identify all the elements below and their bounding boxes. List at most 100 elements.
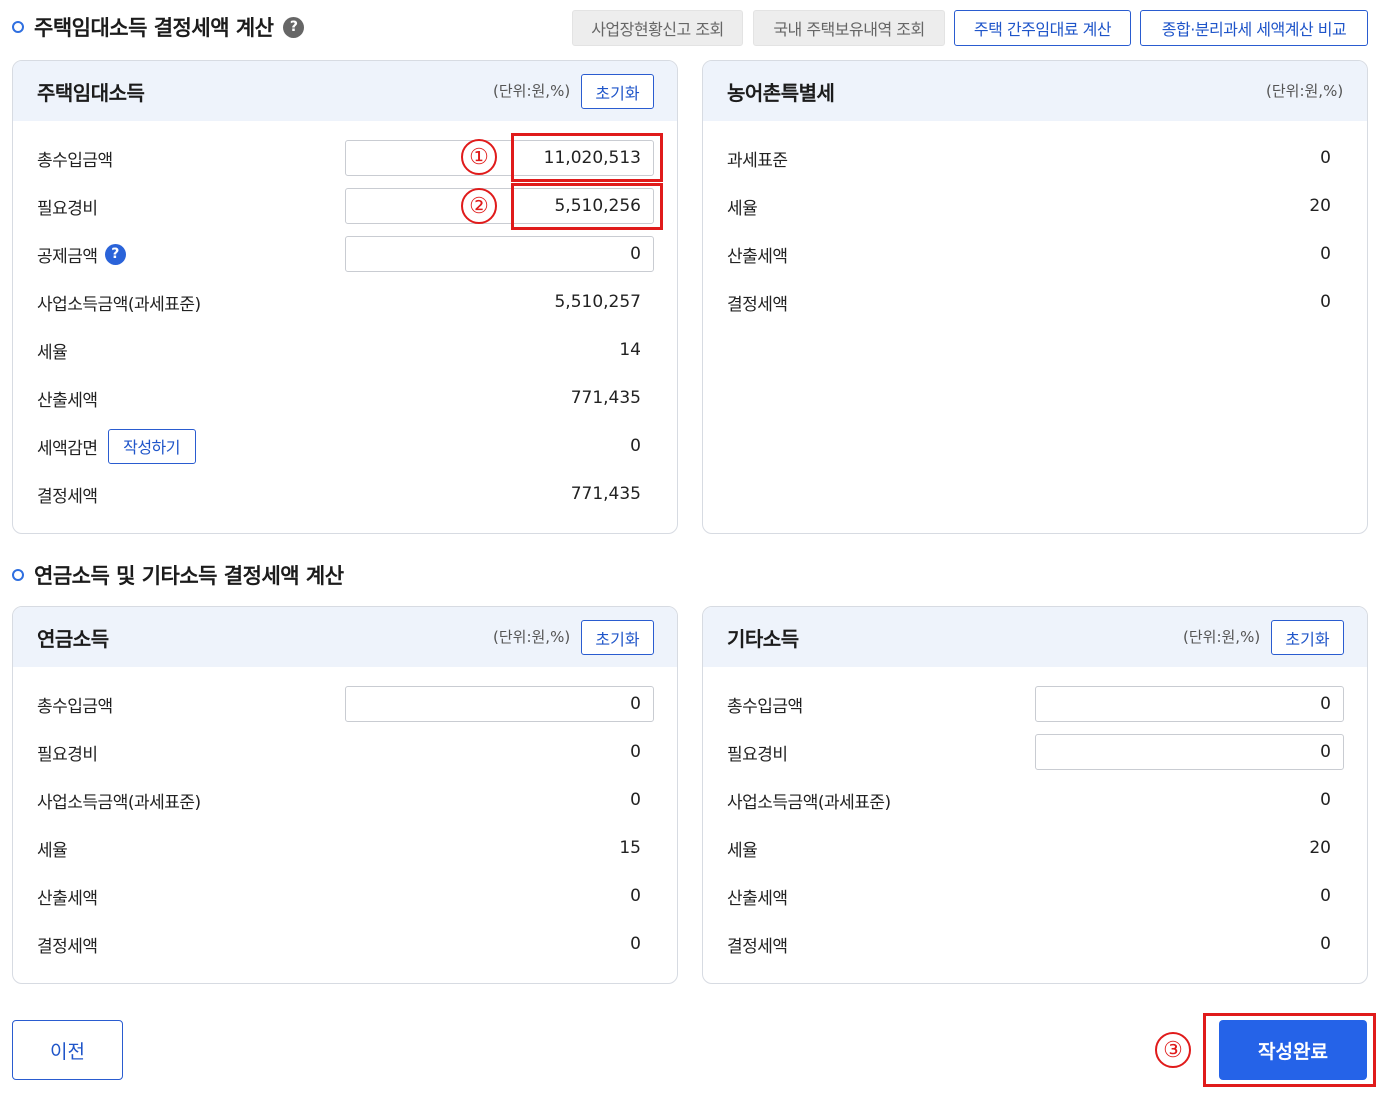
final-tax-value: 0: [1320, 292, 1331, 312]
panel-header: 농어촌특별세 (단위:원,%): [703, 61, 1367, 121]
final-tax-label: 결정세액: [37, 486, 98, 507]
taxable-label: 사업소득금액(과세표준): [37, 792, 201, 813]
calc-tax-value: 771,435: [570, 388, 641, 408]
rate-row: 세율 20: [703, 830, 1367, 866]
calc-tax-row: 산출세액 0: [13, 878, 677, 914]
total-income-label: 총수입금액: [37, 696, 113, 717]
step1-marker: ①: [461, 139, 497, 175]
expenses-label: 필요경비: [37, 198, 98, 219]
reduction-label-text: 세액감면: [37, 438, 98, 459]
final-tax-label: 결정세액: [37, 936, 98, 957]
reduction-row: 세액감면 작성하기 0: [13, 428, 677, 464]
deduction-label-text: 공제금액: [37, 246, 98, 267]
reduction-value: 0: [630, 436, 641, 456]
housing-section-title: 주택임대소득 결정세액 계산 ?: [12, 12, 305, 42]
highlight-box-step2: [511, 183, 663, 230]
unit-label: (단위:원,%): [1266, 82, 1344, 100]
final-tax-row: 결정세액 0: [703, 926, 1367, 962]
calc-tax-row: 산출세액 771,435: [13, 380, 677, 416]
deduction-input[interactable]: 0: [345, 236, 654, 272]
rate-label: 세율: [37, 840, 68, 861]
pension-income-panel: 연금소득 (단위:원,%) 초기화 총수입금액 0 필요경비 0 사업소득금액(…: [12, 606, 678, 984]
total-income-label: 총수입금액: [37, 150, 113, 171]
taxable-row: 사업소득금액(과세표준) 0: [703, 782, 1367, 818]
expenses-row: 필요경비 0: [13, 734, 677, 770]
write-reduction-button[interactable]: 작성하기: [107, 428, 196, 464]
unit-label: (단위:원,%): [493, 628, 571, 646]
rate-value: 15: [619, 838, 641, 858]
rate-label: 세율: [37, 342, 68, 363]
expenses-row: 필요경비 0: [703, 734, 1367, 770]
panel-title: 기타소득: [727, 626, 799, 651]
reset-button[interactable]: 초기화: [581, 620, 654, 655]
final-tax-value: 0: [1320, 934, 1331, 954]
total-income-label: 총수입금액: [727, 696, 803, 717]
total-income-input[interactable]: 0: [1035, 686, 1344, 722]
tax-compare-button[interactable]: 종합·분리과세 세액계산 비교: [1140, 10, 1368, 46]
panel-title: 연금소득: [37, 626, 109, 651]
total-income-row: 총수입금액 0: [13, 686, 677, 722]
bullet-circle-icon: [12, 569, 24, 581]
calc-tax-label: 산출세액: [37, 888, 98, 909]
deduction-label: 공제금액 ?: [37, 242, 126, 267]
bullet-circle-icon: [12, 21, 24, 33]
reduction-label: 세액감면 작성하기: [37, 428, 196, 464]
expenses-input[interactable]: 0: [1035, 734, 1344, 770]
taxable-row: 사업소득금액(과세표준) 0: [13, 782, 677, 818]
panel-title: 주택임대소득: [37, 80, 145, 105]
final-tax-row: 결정세액 0: [703, 284, 1367, 320]
taxable-label: 사업소득금액(과세표준): [37, 294, 201, 315]
prev-button[interactable]: 이전: [12, 1020, 123, 1080]
step2-marker: ②: [461, 188, 497, 224]
panel-title: 농어촌특별세: [727, 80, 835, 105]
panel-header: 기타소득 (단위:원,%) 초기화: [703, 607, 1367, 667]
rate-row: 세율 15: [13, 830, 677, 866]
base-label: 과세표준: [727, 150, 788, 171]
reset-button[interactable]: 초기화: [581, 74, 654, 109]
pension-section-title: 연금소득 및 기타소득 결정세액 계산: [12, 560, 344, 590]
section-title-text: 주택임대소득 결정세액 계산: [34, 16, 274, 40]
help-icon[interactable]: ?: [104, 243, 126, 265]
domestic-housing-button[interactable]: 국내 주택보유내역 조회: [753, 10, 945, 46]
base-value: 0: [1320, 148, 1331, 168]
taxable-row: 사업소득금액(과세표준) 5,510,257: [13, 284, 677, 320]
total-income-input[interactable]: 0: [345, 686, 654, 722]
taxable-value: 5,510,257: [554, 292, 641, 312]
taxable-label: 사업소득금액(과세표준): [727, 792, 891, 813]
rural-tax-panel: 농어촌특별세 (단위:원,%) 과세표준 0 세율 20 산출세액 0 결정세액…: [702, 60, 1368, 534]
section-title-text: 연금소득 및 기타소득 결정세액 계산: [34, 564, 344, 588]
help-icon[interactable]: ?: [283, 16, 305, 38]
calc-tax-row: 산출세액 0: [703, 878, 1367, 914]
calc-tax-label: 산출세액: [727, 246, 788, 267]
panel-header: 연금소득 (단위:원,%) 초기화: [13, 607, 677, 667]
expenses-value: 0: [630, 742, 641, 762]
calc-tax-label: 산출세액: [37, 390, 98, 411]
rate-label: 세율: [727, 198, 758, 219]
calc-tax-value: 0: [1320, 244, 1331, 264]
business-report-button[interactable]: 사업장현황신고 조회: [572, 10, 743, 46]
final-tax-value: 0: [630, 934, 641, 954]
reset-button[interactable]: 초기화: [1271, 620, 1344, 655]
unit-label: (단위:원,%): [493, 82, 571, 100]
final-tax-label: 결정세액: [727, 936, 788, 957]
final-tax-row: 결정세액 771,435: [13, 476, 677, 512]
rate-value: 20: [1309, 196, 1331, 216]
panel-header: 주택임대소득 (단위:원,%) 초기화: [13, 61, 677, 121]
rate-value: 14: [619, 340, 641, 360]
other-income-panel: 기타소득 (단위:원,%) 초기화 총수입금액 0 필요경비 0 사업소득금액(…: [702, 606, 1368, 984]
base-row: 과세표준 0: [703, 140, 1367, 176]
highlight-box-step1: [511, 133, 663, 182]
calc-tax-row: 산출세액 0: [703, 236, 1367, 272]
deemed-rent-button[interactable]: 주택 간주임대료 계산: [954, 10, 1131, 46]
rate-label: 세율: [727, 840, 758, 861]
rate-row: 세율 14: [13, 332, 677, 368]
final-tax-label: 결정세액: [727, 294, 788, 315]
calc-tax-value: 0: [1320, 886, 1331, 906]
taxable-value: 0: [1320, 790, 1331, 810]
expenses-label: 필요경비: [37, 744, 98, 765]
housing-income-panel: 주택임대소득 (단위:원,%) 초기화 총수입금액 11,020,513 필요경…: [12, 60, 678, 534]
complete-button[interactable]: 작성완료: [1219, 1020, 1367, 1080]
total-income-row: 총수입금액 0: [703, 686, 1367, 722]
expenses-label: 필요경비: [727, 744, 788, 765]
unit-label: (단위:원,%): [1183, 628, 1261, 646]
